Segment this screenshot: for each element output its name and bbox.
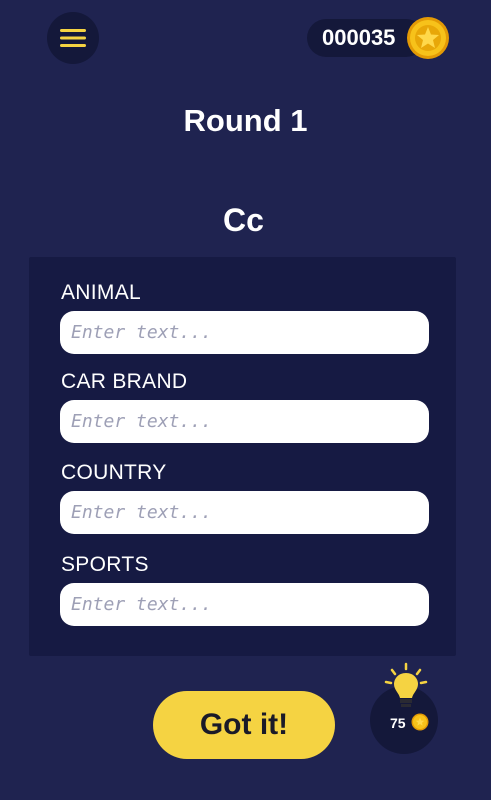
menu-button[interactable] <box>47 12 99 64</box>
car-brand-input[interactable] <box>60 400 429 443</box>
category-label-car-brand: CAR BRAND <box>61 370 188 393</box>
country-input[interactable] <box>60 491 429 534</box>
animal-input[interactable] <box>60 311 429 354</box>
category-label-sports: SPORTS <box>61 553 149 576</box>
category-label-country: COUNTRY <box>61 461 167 484</box>
lightbulb-icon <box>384 662 428 707</box>
hint-cost: 75 <box>390 715 406 731</box>
gold-star-coin-icon <box>407 17 449 59</box>
current-letter: Cc <box>223 202 264 238</box>
category-label-animal: ANIMAL <box>61 281 141 304</box>
coin-icon <box>411 713 429 731</box>
sports-input[interactable] <box>60 583 429 626</box>
round-title: Round 1 <box>183 103 308 138</box>
coin-count: 000035 <box>322 25 396 50</box>
got-it-button[interactable]: Got it! <box>153 691 335 759</box>
hamburger-menu-icon <box>60 29 86 47</box>
